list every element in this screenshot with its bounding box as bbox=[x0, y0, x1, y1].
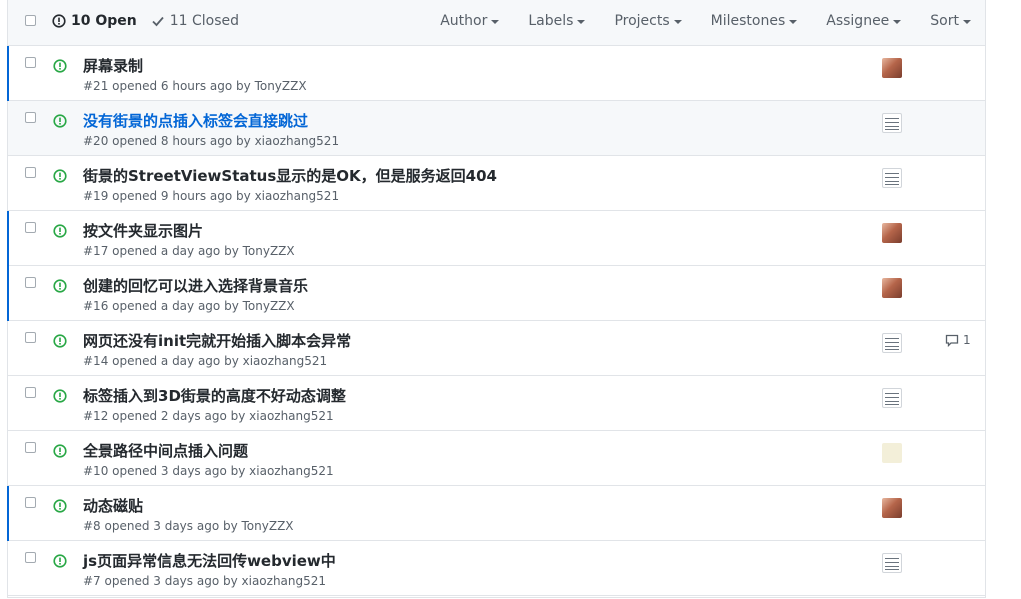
issue-title-link[interactable]: 网页还没有init完就开始插入脚本会异常 bbox=[83, 330, 351, 351]
assignee-avatar[interactable] bbox=[882, 553, 902, 573]
comment-count-link[interactable]: 1 bbox=[945, 333, 971, 347]
issue-opened-icon bbox=[53, 169, 67, 183]
open-count-label: 10 Open bbox=[71, 13, 137, 29]
labels-filter-label: Labels bbox=[528, 13, 574, 29]
issue-checkbox[interactable] bbox=[25, 497, 36, 508]
milestones-filter[interactable]: Milestones bbox=[711, 13, 798, 29]
caret-down-icon bbox=[491, 20, 500, 24]
caret-down-icon bbox=[893, 20, 902, 24]
assignee-avatar[interactable] bbox=[882, 333, 902, 353]
closed-count-label: 11 Closed bbox=[169, 13, 240, 29]
issue-meta: #7 opened 3 days ago by xiaozhang521 bbox=[83, 574, 327, 588]
issue-row[interactable]: 网页还没有init完就开始插入脚本会异常 #14 opened a day ag… bbox=[8, 321, 985, 376]
issue-title-link[interactable]: js页面异常信息无法回传webview中 bbox=[83, 550, 336, 571]
issue-checkbox[interactable] bbox=[25, 332, 36, 343]
issue-checkbox[interactable] bbox=[25, 222, 36, 233]
open-issues-link[interactable]: 10 Open bbox=[52, 13, 137, 29]
issue-opened-icon bbox=[53, 114, 67, 128]
issue-opened-icon bbox=[53, 334, 67, 348]
issue-title-link[interactable]: 全景路径中间点插入问题 bbox=[83, 440, 248, 461]
assignee-filter[interactable]: Assignee bbox=[826, 13, 902, 29]
assignee-avatar[interactable] bbox=[882, 168, 902, 188]
issue-row[interactable]: 按文件夹显示图片 #17 opened a day ago by TonyZZX bbox=[7, 211, 985, 266]
check-icon bbox=[152, 16, 164, 27]
assignee-filter-label: Assignee bbox=[826, 13, 890, 29]
issue-title-link[interactable]: 屏幕录制 bbox=[83, 55, 143, 76]
issue-title-link[interactable]: 没有街景的点插入标签会直接跳过 bbox=[83, 110, 308, 131]
assignee-avatar[interactable] bbox=[882, 443, 902, 463]
issue-title-link[interactable]: 按文件夹显示图片 bbox=[83, 220, 203, 241]
issue-meta: #14 opened a day ago by xiaozhang521 bbox=[83, 354, 328, 368]
issue-row[interactable]: 创建的回忆可以进入选择背景音乐 #16 opened a day ago by … bbox=[7, 266, 985, 321]
issue-opened-icon bbox=[52, 14, 66, 28]
issue-meta: #19 opened 9 hours ago by xiaozhang521 bbox=[83, 189, 340, 203]
issue-checkbox[interactable] bbox=[25, 167, 36, 178]
assignee-avatar[interactable] bbox=[882, 58, 902, 78]
issue-title-link[interactable]: 标签插入到3D街景的高度不好动态调整 bbox=[83, 385, 346, 406]
issue-row[interactable]: 标签插入到3D街景的高度不好动态调整 #12 opened 2 days ago… bbox=[8, 376, 985, 431]
issue-row[interactable]: 没有街景的点插入标签会直接跳过 #20 opened 8 hours ago b… bbox=[8, 101, 985, 156]
issue-title-link[interactable]: 动态磁贴 bbox=[83, 495, 143, 516]
issue-meta: #20 opened 8 hours ago by xiaozhang521 bbox=[83, 134, 340, 148]
filter-bar: Author Labels Projects Milestones Assign… bbox=[440, 13, 971, 29]
issue-meta: #8 opened 3 days ago by TonyZZX bbox=[83, 519, 294, 533]
issue-row[interactable]: js页面异常信息无法回传webview中 #7 opened 3 days ag… bbox=[8, 541, 985, 596]
issue-checkbox[interactable] bbox=[25, 57, 36, 68]
comment-icon bbox=[945, 334, 959, 347]
issue-row[interactable]: 动态磁贴 #8 opened 3 days ago by TonyZZX bbox=[7, 486, 985, 541]
sort-filter-label: Sort bbox=[930, 13, 959, 29]
issue-checkbox[interactable] bbox=[25, 387, 36, 398]
issue-meta: #12 opened 2 days ago by xiaozhang521 bbox=[83, 409, 334, 423]
author-filter-label: Author bbox=[440, 13, 488, 29]
caret-down-icon bbox=[789, 20, 798, 24]
issue-meta: #10 opened 3 days ago by xiaozhang521 bbox=[83, 464, 334, 478]
issue-meta: #17 opened a day ago by TonyZZX bbox=[83, 244, 295, 258]
issues-list-header: 10 Open 11 Closed Author Labels Projects… bbox=[8, 0, 985, 46]
issue-opened-icon bbox=[53, 389, 67, 403]
issue-checkbox[interactable] bbox=[25, 277, 36, 288]
assignee-avatar[interactable] bbox=[882, 498, 902, 518]
select-all-checkbox[interactable] bbox=[25, 15, 36, 26]
projects-filter[interactable]: Projects bbox=[614, 13, 682, 29]
closed-issues-link[interactable]: 11 Closed bbox=[151, 13, 239, 29]
issue-state-toggle: 10 Open 11 Closed bbox=[52, 13, 239, 29]
issue-checkbox[interactable] bbox=[25, 552, 36, 563]
projects-filter-label: Projects bbox=[614, 13, 670, 29]
issue-opened-icon bbox=[53, 499, 67, 513]
issue-row[interactable]: 街景的StreetViewStatus显示的是OK，但是服务返回404 #19 … bbox=[8, 156, 985, 211]
issue-opened-icon bbox=[53, 444, 67, 458]
issue-row[interactable]: 全景路径中间点插入问题 #10 opened 3 days ago by xia… bbox=[8, 431, 985, 486]
assignee-avatar[interactable] bbox=[882, 278, 902, 298]
issue-meta: #21 opened 6 hours ago by TonyZZX bbox=[83, 79, 307, 93]
caret-down-icon bbox=[673, 20, 682, 24]
issue-title-link[interactable]: 创建的回忆可以进入选择背景音乐 bbox=[83, 275, 308, 296]
assignee-avatar[interactable] bbox=[882, 388, 902, 408]
labels-filter[interactable]: Labels bbox=[528, 13, 586, 29]
comment-count: 1 bbox=[963, 333, 971, 347]
caret-down-icon bbox=[577, 20, 586, 24]
milestones-filter-label: Milestones bbox=[710, 13, 786, 29]
issues-list-box: 10 Open 11 Closed Author Labels Projects… bbox=[7, 0, 986, 598]
issue-title-link[interactable]: 街景的StreetViewStatus显示的是OK，但是服务返回404 bbox=[83, 165, 497, 186]
caret-down-icon bbox=[963, 20, 971, 24]
issue-checkbox[interactable] bbox=[25, 112, 36, 123]
issue-checkbox[interactable] bbox=[25, 442, 36, 453]
author-filter[interactable]: Author bbox=[440, 13, 500, 29]
issue-meta: #16 opened a day ago by TonyZZX bbox=[83, 299, 295, 313]
issue-list: 屏幕录制 #21 opened 6 hours ago by TonyZZX 没… bbox=[7, 46, 985, 596]
issue-opened-icon bbox=[53, 224, 67, 238]
issue-opened-icon bbox=[53, 554, 67, 568]
issue-opened-icon bbox=[53, 279, 67, 293]
issue-opened-icon bbox=[53, 59, 67, 73]
assignee-avatar[interactable] bbox=[882, 223, 902, 243]
assignee-avatar[interactable] bbox=[882, 113, 902, 133]
issue-row[interactable]: 屏幕录制 #21 opened 6 hours ago by TonyZZX bbox=[7, 46, 985, 101]
sort-filter[interactable]: Sort bbox=[930, 13, 971, 29]
